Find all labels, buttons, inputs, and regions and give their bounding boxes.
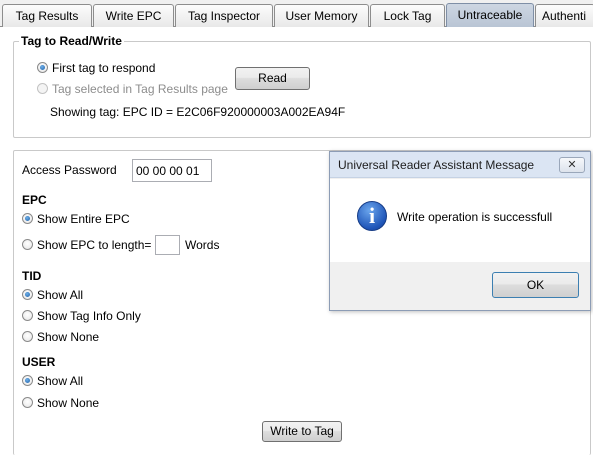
- tab-write-epc[interactable]: Write EPC: [93, 4, 174, 27]
- user-show-none-radio[interactable]: Show None: [22, 394, 99, 412]
- close-icon[interactable]: ✕: [559, 157, 585, 173]
- user-show-none-label: Show None: [37, 396, 100, 410]
- access-password-input[interactable]: [132, 159, 212, 182]
- radio-selected-icon: [22, 213, 33, 224]
- radio-selected-icon: [22, 375, 33, 386]
- ok-button[interactable]: OK: [492, 272, 579, 298]
- tag-group-title: Tag to Read/Write: [19, 34, 124, 48]
- tab-authenticate[interactable]: Authenti: [535, 4, 593, 27]
- user-heading: USER: [22, 355, 56, 369]
- read-button[interactable]: Read: [235, 67, 310, 90]
- tab-untraceable[interactable]: Untraceable: [446, 3, 534, 28]
- radio-unselected-icon: [22, 331, 33, 342]
- show-epc-length-radio[interactable]: Show EPC to length=: [22, 236, 151, 254]
- show-entire-epc-label: Show Entire EPC: [37, 212, 130, 226]
- tid-show-info-label: Show Tag Info Only: [37, 309, 141, 323]
- tid-show-info-radio[interactable]: Show Tag Info Only: [22, 307, 141, 325]
- tid-show-none-radio[interactable]: Show None: [22, 328, 99, 346]
- tab-bar: Tag Results Write EPC Tag Inspector User…: [0, 0, 593, 28]
- epc-length-input[interactable]: [155, 235, 180, 255]
- selected-tag-label: Tag selected in Tag Results page: [52, 82, 228, 96]
- dialog-title-bar[interactable]: Universal Reader Assistant Message ✕: [330, 152, 590, 178]
- show-entire-epc-radio[interactable]: Show Entire EPC: [22, 210, 130, 228]
- radio-selected-icon: [37, 62, 48, 73]
- radio-unselected-icon: [37, 83, 48, 94]
- radio-selected-icon: [22, 289, 33, 300]
- tab-lock-tag[interactable]: Lock Tag: [370, 4, 445, 27]
- radio-unselected-icon: [22, 397, 33, 408]
- tab-tag-inspector[interactable]: Tag Inspector: [175, 4, 273, 27]
- info-icon: i: [357, 201, 387, 231]
- tab-user-memory[interactable]: User Memory: [274, 4, 369, 27]
- dialog-message: Write operation is successfull: [397, 210, 553, 224]
- tid-heading: TID: [22, 269, 42, 283]
- write-to-tag-button[interactable]: Write to Tag: [262, 421, 342, 442]
- user-show-all-label: Show All: [37, 374, 84, 388]
- access-password-label: Access Password: [22, 163, 117, 177]
- show-epc-length-label: Show EPC to length=: [37, 238, 152, 252]
- dialog-title: Universal Reader Assistant Message: [338, 158, 535, 172]
- radio-unselected-icon: [22, 310, 33, 321]
- first-tag-radio[interactable]: First tag to respond: [37, 59, 155, 77]
- dialog-body: i Write operation is successfull: [330, 179, 590, 262]
- tid-show-all-label: Show All: [37, 288, 84, 302]
- user-show-all-radio[interactable]: Show All: [22, 372, 83, 390]
- showing-tag-text: Showing tag: EPC ID = E2C06F920000003A00…: [50, 105, 346, 119]
- tid-show-all-radio[interactable]: Show All: [22, 286, 83, 304]
- tid-show-none-label: Show None: [37, 330, 100, 344]
- words-label: Words: [185, 238, 220, 252]
- radio-unselected-icon: [22, 239, 33, 250]
- epc-heading: EPC: [22, 193, 47, 207]
- message-dialog: Universal Reader Assistant Message ✕ i W…: [329, 151, 591, 311]
- tab-tag-results[interactable]: Tag Results: [2, 4, 92, 27]
- first-tag-label: First tag to respond: [52, 61, 156, 75]
- selected-tag-radio[interactable]: Tag selected in Tag Results page: [37, 80, 228, 98]
